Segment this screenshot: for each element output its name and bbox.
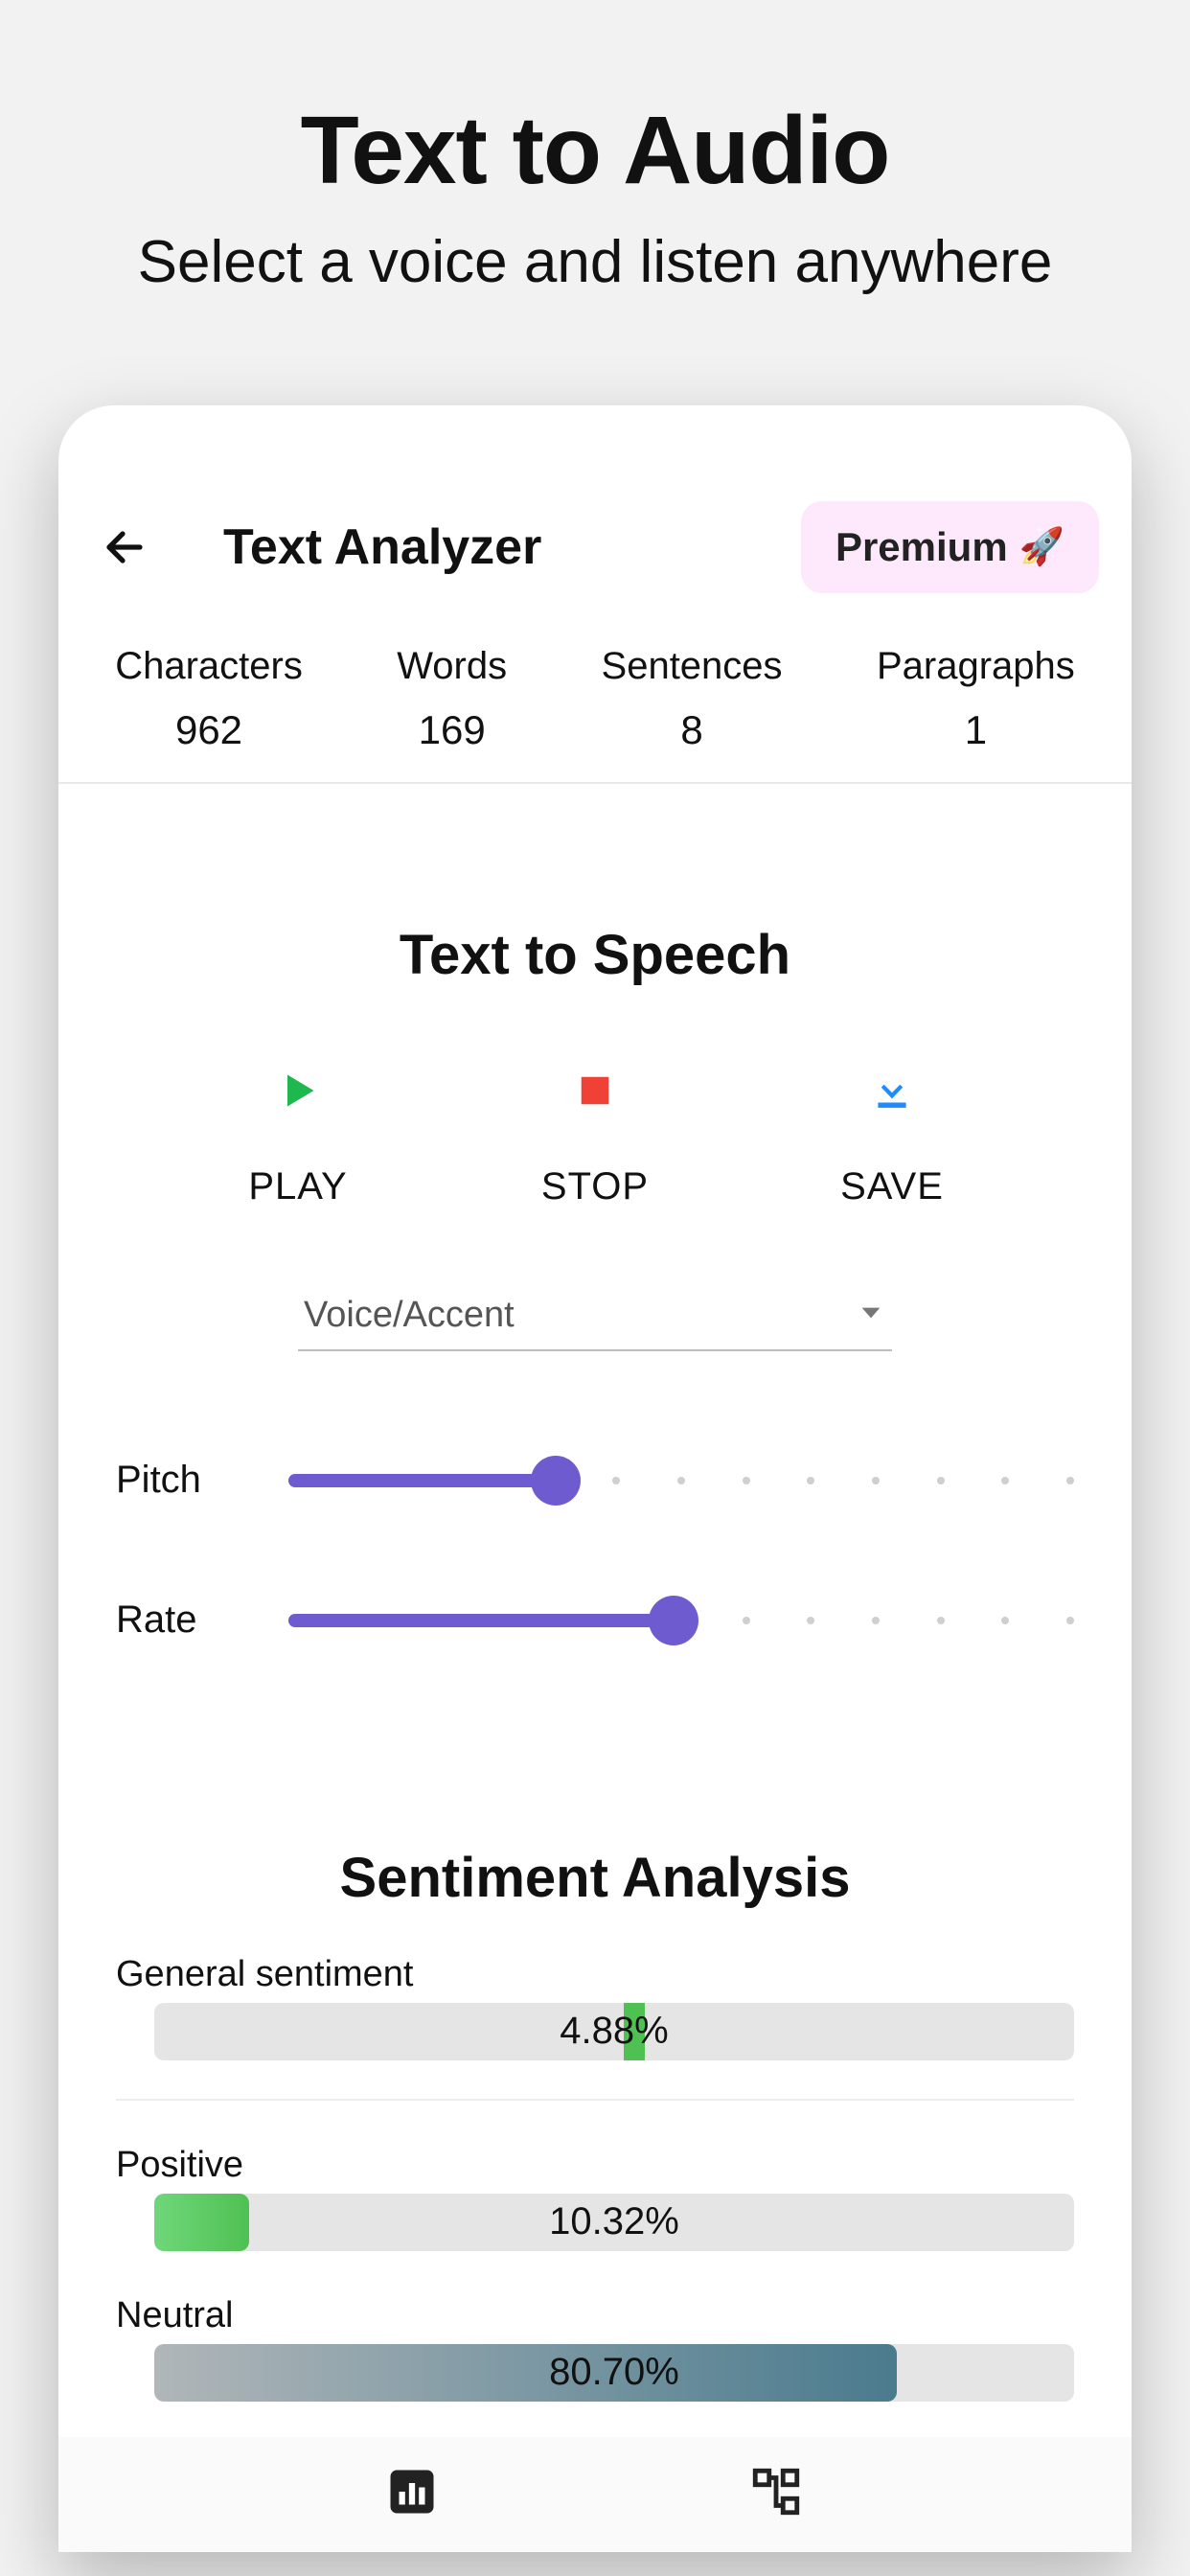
positive-label: Positive [116,2145,1074,2186]
stat-paragraphs: Paragraphs 1 [877,645,1075,753]
neutral-label: Neutral [116,2295,1074,2336]
arrow-left-icon [102,524,148,570]
save-label: SAVE [835,1165,950,1208]
stop-label: STOP [538,1165,652,1208]
positive-bar: 10.32% [154,2194,1074,2251]
general-sentiment-value: 4.88% [154,2003,1074,2060]
save-button[interactable]: SAVE [835,1064,950,1208]
pitch-slider[interactable] [288,1461,1074,1500]
stat-label: Paragraphs [877,645,1075,688]
stat-characters: Characters 962 [115,645,303,753]
neutral-value: 80.70% [154,2344,1074,2402]
bar-chart-icon [386,2466,438,2518]
voice-select[interactable]: Voice/Accent [298,1295,892,1351]
general-sentiment-label: General sentiment [116,1954,1074,1995]
nav-structure-button[interactable] [748,2464,804,2524]
stat-value: 8 [602,707,783,753]
chevron-down-icon [856,1298,886,1333]
general-sentiment-bar: 4.88% [154,2003,1074,2060]
back-button[interactable] [99,521,150,573]
stat-value: 962 [115,707,303,753]
positive-value: 10.32% [154,2194,1074,2251]
sentiment-title: Sentiment Analysis [116,1846,1074,1910]
stat-value: 169 [397,707,507,753]
slider-thumb[interactable] [531,1456,581,1506]
rate-label: Rate [116,1598,288,1642]
stat-label: Sentences [602,645,783,688]
play-button[interactable]: PLAY [240,1064,355,1208]
slider-thumb[interactable] [649,1596,698,1645]
stat-words: Words 169 [397,645,507,753]
stat-sentences: Sentences 8 [602,645,783,753]
tree-icon [748,2464,804,2519]
stat-label: Characters [115,645,303,688]
hero-title: Text to Audio [0,96,1190,206]
premium-button[interactable]: Premium 🚀 [801,501,1099,593]
page-title: Text Analyzer [223,518,541,576]
tts-title: Text to Speech [58,923,1132,987]
voice-label: Voice/Accent [304,1295,515,1336]
rocket-icon: 🚀 [1019,526,1064,568]
hero-subtitle: Select a voice and listen anywhere [0,225,1190,300]
stats-row: Characters 962 Words 169 Sentences 8 Par… [58,641,1132,784]
premium-label: Premium [835,524,1008,570]
download-icon [868,1067,916,1115]
pitch-label: Pitch [116,1459,288,1502]
rate-slider[interactable] [288,1601,1074,1640]
play-icon [277,1070,319,1112]
play-label: PLAY [240,1165,355,1208]
app-screen: Text Analyzer Premium 🚀 Characters 962 W… [58,405,1132,2552]
stat-label: Words [397,645,507,688]
stat-value: 1 [877,707,1075,753]
stop-button[interactable]: STOP [538,1064,652,1208]
stop-icon [577,1072,613,1109]
nav-stats-button[interactable] [386,2466,438,2522]
neutral-bar: 80.70% [154,2344,1074,2402]
